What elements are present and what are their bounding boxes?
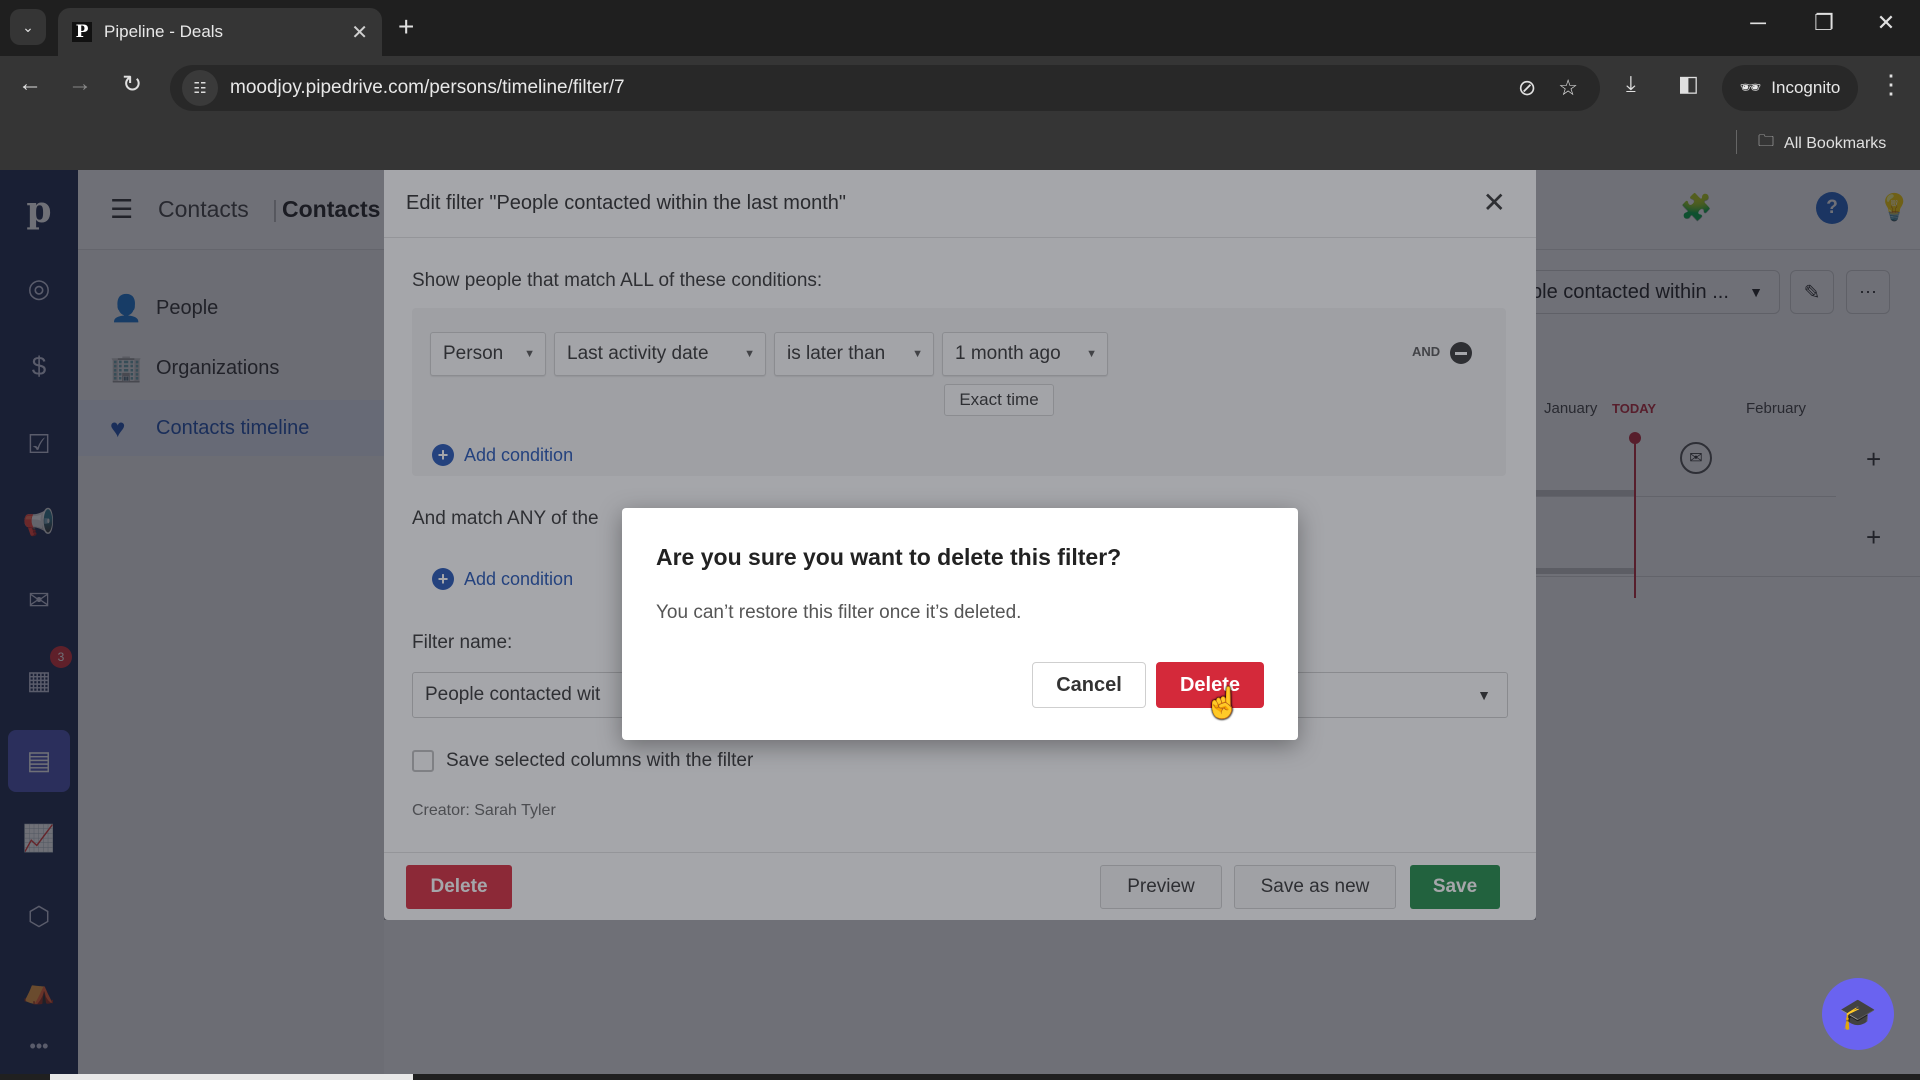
side-panel-icon[interactable]: ◧ — [1678, 71, 1699, 97]
cancel-button[interactable]: Cancel — [1032, 662, 1146, 708]
dialog-title: Are you sure you want to delete this fil… — [656, 544, 1122, 570]
close-window-icon[interactable]: ✕ — [1866, 10, 1906, 36]
all-bookmarks-button[interactable]: 🗀 All Bookmarks — [1758, 130, 1886, 157]
forward-icon[interactable]: → — [62, 70, 98, 98]
eye-off-icon[interactable]: ⊘ — [1518, 75, 1536, 101]
new-tab-button[interactable]: + — [398, 12, 414, 42]
academy-graduation-cap-icon[interactable]: 🎓 — [1822, 978, 1894, 1050]
bookmarks-bar: 🗀 All Bookmarks — [0, 118, 1920, 170]
star-icon[interactable]: ☆ — [1558, 75, 1578, 101]
back-icon[interactable]: ← — [12, 70, 48, 98]
delete-confirm-dialog: Are you sure you want to delete this fil… — [622, 508, 1298, 740]
close-tab-icon[interactable]: ✕ — [351, 20, 368, 45]
browser-toolbar: ← → ↻ ☷ moodjoy.pipedrive.com/persons/ti… — [0, 56, 1920, 118]
download-icon[interactable]: ⤓ — [1626, 71, 1636, 97]
tab-search-button[interactable]: ⌄ — [10, 9, 46, 45]
url-text[interactable]: moodjoy.pipedrive.com/persons/timeline/f… — [230, 77, 1518, 99]
dialog-message: You can’t restore this filter once it’s … — [656, 602, 1022, 623]
restore-window-icon[interactable]: ❐ — [1804, 10, 1844, 36]
tab-title: Pipeline - Deals — [104, 22, 224, 41]
minimize-icon[interactable]: ─ — [1738, 10, 1778, 36]
site-settings-icon[interactable]: ☷ — [182, 70, 218, 106]
incognito-profile-button[interactable]: 🕶 Incognito — [1722, 65, 1858, 111]
incognito-icon: 🕶 — [1739, 78, 1762, 97]
progress-fill — [50, 1074, 413, 1080]
reload-icon[interactable]: ↻ — [114, 70, 150, 99]
incognito-label: Incognito — [1771, 78, 1841, 97]
all-bookmarks-label: All Bookmarks — [1784, 134, 1887, 152]
address-bar[interactable]: ☷ moodjoy.pipedrive.com/persons/timeline… — [170, 65, 1600, 111]
divider — [1736, 130, 1737, 154]
hand-pointer-cursor-icon: ☝ — [1204, 687, 1242, 720]
pipedrive-app: p ◎ $ ☑ 📢 ✉ ▦ 3 ▤ 📈 ⬡ ⛺ ••• ☰ Contacts |… — [0, 170, 1920, 1080]
pipedrive-favicon-icon: P — [72, 22, 92, 42]
folder-icon: 🗀 — [1758, 133, 1775, 150]
browser-tab-bar: ⌄ P Pipeline - Deals ✕ + ─ ❐ ✕ — [0, 0, 1920, 56]
scroll-progress-strip — [0, 1074, 1920, 1080]
browser-menu-icon[interactable]: ⋮ — [1878, 69, 1904, 100]
browser-tab[interactable]: P Pipeline - Deals ✕ — [58, 8, 382, 56]
chevron-down-icon: ⌄ — [22, 18, 34, 35]
